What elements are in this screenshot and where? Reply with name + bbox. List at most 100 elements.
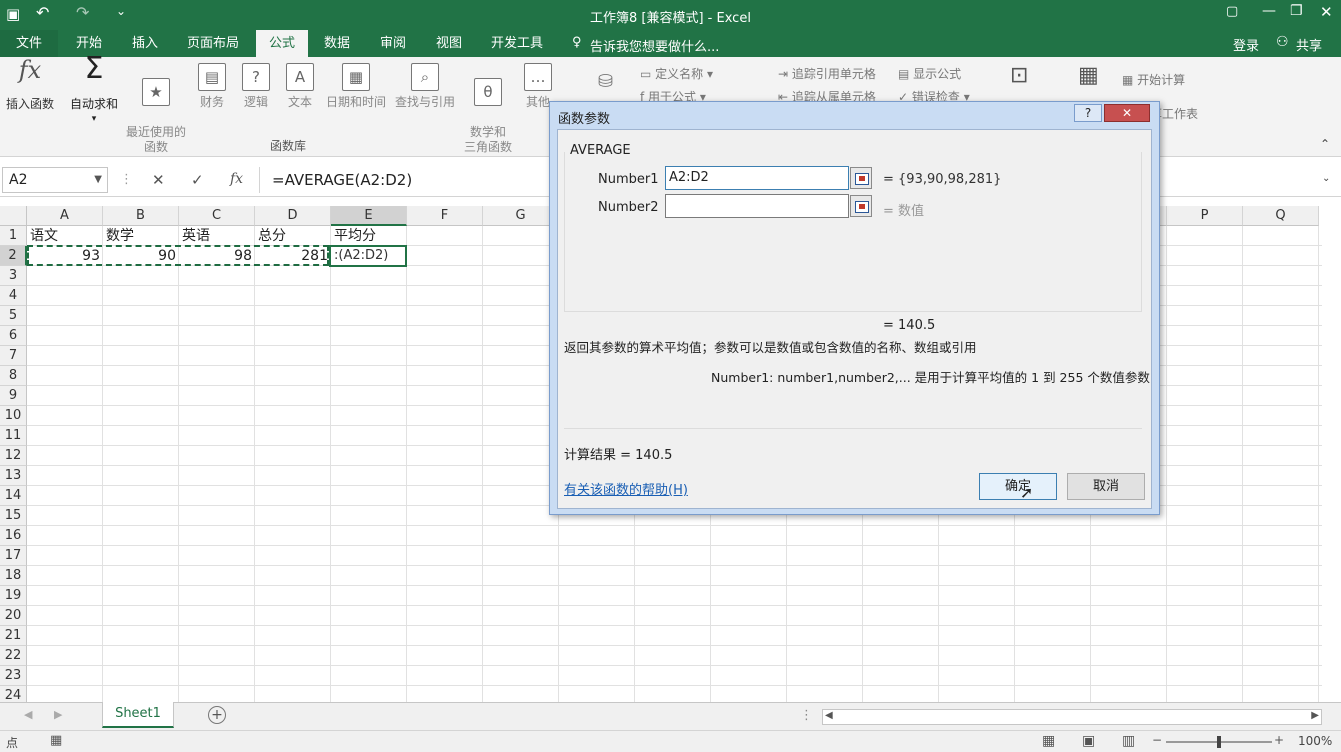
name-manager-icon[interactable]: ⛁: [598, 71, 613, 92]
prev-sheet-icon[interactable]: ◀: [24, 708, 32, 721]
cell-B1[interactable]: 数学: [103, 226, 179, 246]
minimize-icon[interactable]: —: [1262, 3, 1276, 19]
save-icon[interactable]: ▣: [6, 5, 20, 23]
row-header-18[interactable]: 18: [0, 566, 27, 586]
row-header-7[interactable]: 7: [0, 346, 27, 366]
row-header-17[interactable]: 17: [0, 546, 27, 566]
row-header-5[interactable]: 5: [0, 306, 27, 326]
recent-functions-button[interactable]: ★ 最近使用的 函数: [124, 63, 188, 170]
cell-A1[interactable]: 语文: [27, 226, 103, 246]
row-header-22[interactable]: 22: [0, 646, 27, 666]
page-layout-view-icon[interactable]: ▣: [1082, 733, 1095, 749]
row-header-1[interactable]: 1: [0, 226, 27, 246]
row-header-23[interactable]: 23: [0, 666, 27, 686]
ribbon-display-icon[interactable]: ▢: [1226, 4, 1238, 19]
cell-E2-editing[interactable]: :(A2:D2): [329, 245, 407, 267]
calc-now-button[interactable]: ▦ 开始计算: [1122, 71, 1185, 88]
math-trig-button[interactable]: θ 数学和 三角函数: [460, 63, 516, 170]
row-header-13[interactable]: 13: [0, 466, 27, 486]
ok-button[interactable]: 确定: [979, 473, 1057, 500]
tab-formulas[interactable]: 公式: [256, 30, 308, 57]
row-header-3[interactable]: 3: [0, 266, 27, 286]
column-header-e[interactable]: E: [331, 206, 407, 226]
row-header-4[interactable]: 4: [0, 286, 27, 306]
sheet-tab-sheet1[interactable]: Sheet1: [102, 702, 174, 728]
zoom-level[interactable]: 100%: [1298, 734, 1332, 748]
define-name-button[interactable]: ▭ 定义名称 ▾: [640, 65, 713, 82]
trace-precedents-button[interactable]: ⇥ 追踪引用单元格: [778, 65, 876, 82]
normal-view-icon[interactable]: ▦: [1042, 733, 1055, 749]
zoom-in-icon[interactable]: +: [1274, 733, 1284, 747]
select-all-corner[interactable]: [0, 206, 27, 226]
arg1-collapse-ref-icon[interactable]: [850, 167, 872, 189]
tab-data[interactable]: 数据: [316, 30, 358, 57]
name-box[interactable]: A2 ▼: [2, 167, 108, 193]
arg2-input[interactable]: [665, 194, 849, 218]
financial-button[interactable]: ▤ 财务: [194, 63, 230, 110]
zoom-out-icon[interactable]: −: [1152, 733, 1162, 747]
tab-view[interactable]: 视图: [426, 30, 472, 57]
column-header-p[interactable]: P: [1167, 206, 1243, 226]
zoom-slider-thumb[interactable]: [1217, 736, 1221, 748]
row-header-20[interactable]: 20: [0, 606, 27, 626]
row-header-8[interactable]: 8: [0, 366, 27, 386]
autosum-button[interactable]: Σ 自动求和 ▾: [66, 54, 122, 127]
column-header-c[interactable]: C: [179, 206, 255, 226]
row-header-9[interactable]: 9: [0, 386, 27, 406]
row-header-15[interactable]: 15: [0, 506, 27, 526]
column-header-q[interactable]: Q: [1243, 206, 1319, 226]
row-header-2[interactable]: 2: [0, 246, 27, 266]
expand-formula-icon[interactable]: ⌄: [1322, 173, 1330, 184]
horizontal-scrollbar[interactable]: ◀ ▶: [822, 709, 1322, 725]
collapse-ribbon-icon[interactable]: ⌃: [1320, 137, 1330, 151]
macro-record-icon[interactable]: ▦: [50, 733, 62, 748]
tab-developer[interactable]: 开发工具: [484, 30, 550, 57]
chevron-down-icon[interactable]: ▼: [94, 168, 102, 192]
column-header-d[interactable]: D: [255, 206, 331, 226]
customize-qat-icon[interactable]: ⌄: [116, 4, 126, 18]
cell-E1[interactable]: 平均分: [331, 226, 407, 246]
tell-me-box[interactable]: 告诉我您想要做什么...: [590, 36, 719, 55]
tab-insert[interactable]: 插入: [122, 30, 168, 57]
column-header-b[interactable]: B: [103, 206, 179, 226]
redo-icon[interactable]: ↷: [76, 3, 89, 22]
sign-in-link[interactable]: 登录: [1233, 35, 1259, 54]
cancel-formula-icon[interactable]: ✕: [152, 171, 165, 189]
watch-window-icon[interactable]: ⊡: [1010, 63, 1028, 88]
arg2-collapse-ref-icon[interactable]: [850, 195, 872, 217]
row-header-11[interactable]: 11: [0, 426, 27, 446]
arg1-input[interactable]: A2:D2: [665, 166, 849, 190]
row-header-24[interactable]: 24: [0, 686, 27, 702]
row-header-14[interactable]: 14: [0, 486, 27, 506]
add-sheet-icon[interactable]: +: [208, 706, 226, 724]
share-button[interactable]: 共享: [1296, 35, 1322, 54]
insert-function-fx-icon[interactable]: fx: [230, 171, 243, 187]
row-header-21[interactable]: 21: [0, 626, 27, 646]
splitter-icon[interactable]: ⋮: [800, 708, 813, 723]
row-header-12[interactable]: 12: [0, 446, 27, 466]
column-header-f[interactable]: F: [407, 206, 483, 226]
next-sheet-icon[interactable]: ▶: [54, 708, 62, 721]
tab-page-layout[interactable]: 页面布局: [180, 30, 246, 57]
cancel-button[interactable]: 取消: [1067, 473, 1145, 500]
dialog-close-button[interactable]: ✕: [1104, 104, 1150, 122]
scroll-right-icon[interactable]: ▶: [1311, 710, 1319, 721]
function-help-link[interactable]: 有关该函数的帮助(H): [564, 479, 688, 498]
insert-function-button[interactable]: fx 插入函数: [2, 58, 58, 112]
logical-button[interactable]: ? 逻辑: [238, 63, 274, 110]
cell-C1[interactable]: 英语: [179, 226, 255, 246]
scroll-left-icon[interactable]: ◀: [825, 710, 833, 721]
enter-formula-icon[interactable]: ✓: [191, 171, 204, 189]
close-window-icon[interactable]: ✕: [1320, 3, 1333, 21]
row-header-16[interactable]: 16: [0, 526, 27, 546]
row-header-19[interactable]: 19: [0, 586, 27, 606]
restore-icon[interactable]: ❐: [1290, 3, 1303, 19]
show-formulas-button[interactable]: ▤ 显示公式: [898, 65, 961, 82]
row-header-10[interactable]: 10: [0, 406, 27, 426]
dialog-help-button[interactable]: ?: [1074, 104, 1102, 122]
undo-icon[interactable]: ↶: [36, 3, 49, 22]
cell-D1[interactable]: 总分: [255, 226, 331, 246]
tab-review[interactable]: 审阅: [370, 30, 416, 57]
page-break-view-icon[interactable]: ▥: [1122, 733, 1135, 749]
datetime-button[interactable]: ▦ 日期和时间: [322, 63, 390, 110]
